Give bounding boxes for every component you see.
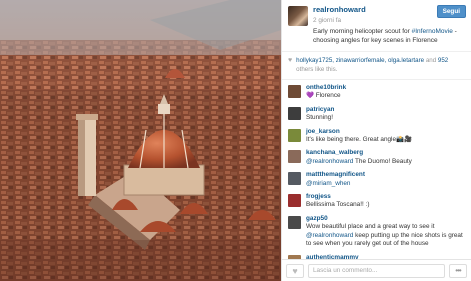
commenter-username[interactable]: mattthemagnificent: [306, 171, 365, 179]
comment-text: Stunning!: [306, 114, 334, 122]
comment-mention[interactable]: @realronhoward: [306, 158, 353, 165]
follow-button[interactable]: Segui: [436, 5, 466, 18]
comment-item: joe_karson It's like being there. Great …: [288, 126, 465, 148]
comment-mention[interactable]: @realronhoward: [306, 232, 353, 239]
commenter-username[interactable]: kanchana_walberg: [306, 149, 412, 157]
likers-names[interactable]: hollykay1725, zinawarriorfemale, olga.le…: [296, 57, 424, 64]
comment-body: mattthemagnificent @miriam_when: [306, 171, 365, 188]
comment-body: frogjess Bellissima Toscana!! :): [306, 193, 369, 210]
commenter-username[interactable]: patricyan: [306, 106, 334, 114]
instagram-post-view: realronhoward 2 giorni fa Early morning …: [0, 0, 471, 281]
commenter-username[interactable]: frogjess: [306, 193, 369, 201]
post-timestamp[interactable]: 2 giorni fa: [313, 17, 465, 24]
likes-summary: ♥ hollykay1725, zinawarriorfemale, olga.…: [282, 52, 471, 80]
commenter-avatar[interactable]: [288, 194, 301, 208]
likes-text: hollykay1725, zinawarriorfemale, olga.le…: [296, 57, 465, 74]
post-caption: Early morning helicopter scout for #Infe…: [313, 27, 465, 45]
comment-text: It's like being there. Great angle📸🎥: [306, 136, 412, 144]
comments-list[interactable]: onthe10brink 💜 Florence patricyan Stunni…: [282, 80, 471, 259]
comment-text: Wow beautiful place and a great way to s…: [306, 223, 465, 248]
comment-input[interactable]: [308, 263, 445, 278]
comment-body: gazp50 Wow beautiful place and a great w…: [306, 215, 465, 249]
caption-text: Early morning helicopter scout for: [313, 28, 412, 35]
comment-text-part: The Duomo! Beauty: [353, 157, 412, 165]
commenter-username[interactable]: joe_karson: [306, 128, 412, 136]
comment-body: patricyan Stunning!: [306, 106, 334, 123]
comment-item: frogjess Bellissima Toscana!! :): [288, 191, 465, 213]
commenter-avatar[interactable]: [288, 150, 301, 164]
likes-and: and: [424, 57, 438, 64]
commenter-avatar[interactable]: [288, 172, 301, 186]
comment-item: gazp50 Wow beautiful place and a great w…: [288, 213, 465, 252]
comment-text: Bellissima Toscana!! :): [306, 201, 370, 209]
comment-text: 💜 Florence: [306, 92, 341, 100]
florence-aerial-image: [0, 0, 281, 281]
author-avatar[interactable]: [288, 6, 308, 26]
post-side-panel: realronhoward 2 giorni fa Early morning …: [281, 0, 471, 281]
comment-body: joe_karson It's like being there. Great …: [306, 128, 412, 145]
post-photo[interactable]: [0, 0, 281, 281]
comment-item: onthe10brink 💜 Florence: [288, 82, 465, 104]
comment-item: patricyan Stunning!: [288, 104, 465, 126]
comment-body: kanchana_walberg @realronhoward The Duom…: [306, 149, 412, 166]
comment-text: @miriam_when: [306, 180, 365, 188]
comment-item: mattthemagnificent @miriam_when: [288, 169, 465, 191]
like-button[interactable]: ♥: [286, 263, 304, 278]
commenter-avatar[interactable]: [288, 128, 301, 142]
heart-icon: ♥: [292, 265, 298, 276]
caption-hashtag[interactable]: #InfernoMovie: [412, 28, 453, 35]
likes-count[interactable]: 952: [438, 57, 448, 64]
comment-text: @realronhoward The Duomo! Beauty: [306, 158, 412, 166]
comment-item: authenticmammy: [288, 252, 465, 259]
commenter-avatar[interactable]: [288, 215, 301, 229]
commenter-username[interactable]: gazp50: [306, 215, 465, 223]
comment-mention[interactable]: @miriam_when: [306, 180, 351, 187]
comment-item: kanchana_walberg @realronhoward The Duom…: [288, 147, 465, 169]
likes-others: others like this.: [296, 65, 338, 73]
more-options-button[interactable]: •••: [449, 263, 467, 278]
post-header: realronhoward 2 giorni fa Early morning …: [282, 0, 471, 52]
comment-body: onthe10brink 💜 Florence: [306, 84, 346, 101]
heart-icon: ♥: [288, 57, 293, 64]
commenter-avatar[interactable]: [288, 85, 301, 98]
comment-bar: ♥ •••: [282, 259, 471, 281]
commenter-avatar[interactable]: [288, 106, 301, 120]
comment-text-part: Wow beautiful place and a great way to s…: [306, 223, 435, 231]
